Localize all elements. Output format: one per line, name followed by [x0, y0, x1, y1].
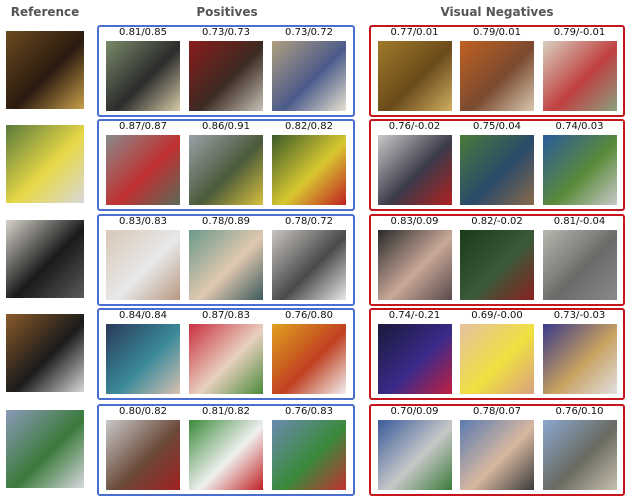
positive-image [106, 230, 180, 300]
negative-score: 0.70/0.09 [390, 406, 439, 417]
negative-image [377, 420, 452, 490]
negative-image [542, 41, 617, 111]
negative-score: 0.79/0.01 [473, 27, 521, 38]
negative-image [460, 324, 534, 394]
positive-score: 0.82/0.82 [285, 121, 333, 132]
negative-score: 0.79/-0.01 [553, 27, 606, 38]
negative-score: 0.76/0.10 [555, 406, 604, 417]
positive-score: 0.87/0.83 [202, 310, 250, 321]
reference-image [6, 31, 84, 109]
positive-score: 0.73/0.72 [285, 27, 333, 38]
positive-image [189, 41, 263, 111]
negative-image [542, 135, 617, 205]
negative-image [460, 41, 534, 111]
negative-score: 0.73/-0.03 [553, 310, 606, 321]
positive-score: 0.78/0.72 [285, 216, 333, 227]
positive-image [106, 135, 180, 205]
positive-score: 0.81/0.85 [119, 27, 167, 38]
negative-image [542, 420, 617, 490]
negative-score: 0.74/-0.21 [388, 310, 441, 321]
positive-image [189, 135, 263, 205]
positive-image [189, 324, 263, 394]
negative-image [542, 230, 617, 300]
positive-score: 0.87/0.87 [119, 121, 167, 132]
negative-score: 0.78/0.07 [473, 406, 521, 417]
positive-image [272, 420, 346, 490]
negative-image [460, 420, 534, 490]
positives-header: Positives [196, 5, 258, 19]
positive-score: 0.83/0.83 [119, 216, 167, 227]
reference-image [6, 220, 84, 298]
reference-image [6, 125, 84, 203]
negative-score: 0.77/0.01 [390, 27, 439, 38]
positive-image [189, 420, 263, 490]
negative-image [377, 230, 452, 300]
positive-score: 0.73/0.73 [202, 27, 250, 38]
negative-image [377, 41, 452, 111]
positive-image [106, 324, 180, 394]
negative-score: 0.81/-0.04 [553, 216, 606, 227]
negatives-header: Visual Negatives [440, 5, 554, 19]
negative-image [377, 135, 452, 205]
negative-score: 0.74/0.03 [555, 121, 604, 132]
negative-score: 0.83/0.09 [390, 216, 439, 227]
positive-image [106, 41, 180, 111]
positive-score: 0.78/0.89 [202, 216, 250, 227]
positive-score: 0.81/0.82 [202, 406, 250, 417]
reference-header: Reference [10, 5, 80, 19]
positive-score: 0.84/0.84 [119, 310, 167, 321]
positive-score: 0.80/0.82 [119, 406, 167, 417]
reference-image [6, 314, 84, 392]
positive-image [272, 135, 346, 205]
negative-image [542, 324, 617, 394]
negative-score: 0.69/-0.00 [471, 310, 523, 321]
positive-score: 0.76/0.83 [285, 406, 333, 417]
negative-image [460, 135, 534, 205]
negative-image [377, 324, 452, 394]
reference-image [6, 410, 84, 488]
positive-image [272, 230, 346, 300]
negative-image [460, 230, 534, 300]
positive-image [272, 41, 346, 111]
positive-score: 0.76/0.80 [285, 310, 333, 321]
negative-score: 0.76/-0.02 [388, 121, 441, 132]
negative-score: 0.75/0.04 [473, 121, 521, 132]
positive-image [189, 230, 263, 300]
positive-image [272, 324, 346, 394]
negative-score: 0.82/-0.02 [471, 216, 523, 227]
positive-image [106, 420, 180, 490]
positive-score: 0.86/0.91 [202, 121, 250, 132]
